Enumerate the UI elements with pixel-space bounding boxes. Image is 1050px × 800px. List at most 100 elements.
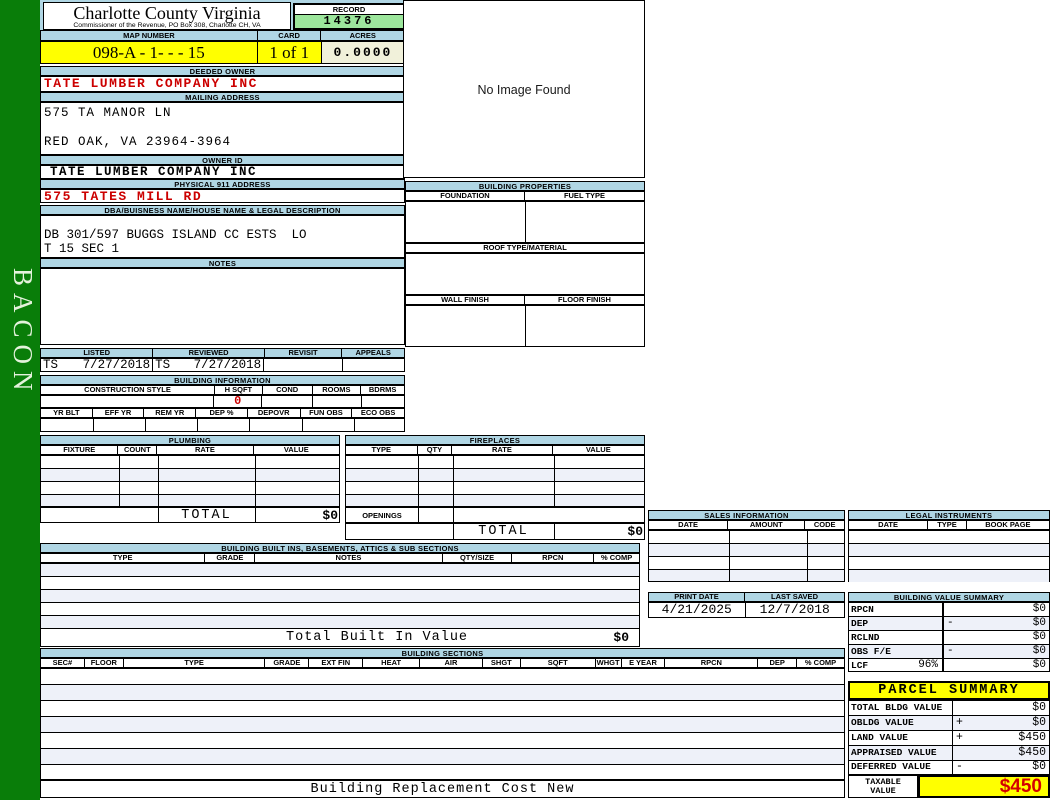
map-number-value[interactable]: 098-A - 1- - - 15: [41, 42, 258, 63]
year-value-row[interactable]: [40, 418, 405, 432]
hsqft-value[interactable]: 0: [214, 395, 263, 407]
built-ins-type-label: TYPE: [41, 554, 206, 562]
table-row: [849, 544, 1049, 557]
owner-id-value[interactable]: TATE LUMBER COMPANY INC: [40, 165, 405, 179]
legal-line1: DB 301/597 BUGGS ISLAND CC ESTS LO: [44, 228, 307, 242]
table-row: [649, 531, 844, 544]
built-ins-total-label: Total Built In Value: [286, 630, 469, 645]
revisit-value[interactable]: [264, 359, 343, 371]
fireplaces-total-value: $0: [627, 524, 643, 539]
roof-values[interactable]: [405, 253, 645, 295]
parcel-op: [953, 701, 969, 715]
deeded-owner-value[interactable]: TATE LUMBER COMPANY INC: [40, 76, 405, 92]
card-value[interactable]: 1 of 1: [257, 42, 322, 63]
plumbing-total-value: $0: [322, 508, 338, 523]
no-image-text: No Image Found: [477, 83, 571, 97]
table-row: [649, 557, 844, 570]
bvs-value: $0: [1032, 603, 1046, 615]
parcel-row: APPRAISED VALUE $450: [849, 746, 1049, 761]
legal-description-box[interactable]: DB 301/597 BUGGS ISLAND CC ESTS LO T 15 …: [40, 215, 405, 258]
parcel-row: LAND VALUE + $450: [849, 731, 1049, 746]
bdrms-value[interactable]: [362, 396, 404, 407]
fireplaces-openings-row: OPENINGS: [345, 507, 645, 523]
fireplaces-banner: FIREPLACES: [345, 435, 645, 445]
parcel-value: $0: [1032, 701, 1046, 714]
acres-value: 0.0000: [321, 42, 404, 63]
building-information-banner: BUILDING INFORMATION: [40, 375, 405, 385]
column-divider: [158, 456, 159, 506]
dates-value-row: 4/21/2025 12/7/2018: [648, 602, 845, 618]
foundation-label: FOUNDATION: [406, 192, 525, 200]
built-ins-qtysize-label: QTY/SIZE: [443, 554, 513, 562]
physical-address-value[interactable]: 575 TATES MILL RD: [40, 189, 405, 203]
built-ins-comp-label: % COMP: [600, 554, 633, 562]
review-value-row: TS 7/27/2018 TS 7/27/2018: [40, 358, 405, 372]
foundation-fuel-values[interactable]: [405, 201, 645, 243]
built-ins-table[interactable]: [40, 563, 640, 628]
mailing-line1: 575 TA MANOR LN: [44, 106, 172, 120]
eff-yr-label: EFF YR: [93, 409, 145, 417]
bvs-label: OBS F/E: [849, 645, 944, 658]
column-divider: [119, 456, 120, 506]
column-divider: [729, 531, 730, 581]
parcel-op: +: [956, 716, 963, 729]
legal-date-label: DATE: [849, 521, 929, 529]
appeals-value[interactable]: [343, 359, 404, 371]
sections-heat-label: HEAT: [363, 659, 421, 667]
building-sections-header-row: SEC# FLOOR TYPE GRADE EXT FIN HEAT AIR S…: [40, 658, 845, 668]
fireplaces-table[interactable]: [345, 455, 645, 507]
reviewed-value[interactable]: TS 7/27/2018: [153, 359, 265, 371]
sections-whgt-label: WHGT: [596, 659, 622, 667]
wall-floor-values[interactable]: [405, 305, 645, 347]
construction-style-value[interactable]: [41, 396, 215, 407]
parcel-label: OBLDG VALUE: [849, 716, 953, 730]
physical-address-banner: PHYSICAL 911 ADDRESS: [40, 179, 405, 189]
rooms-value[interactable]: [313, 396, 362, 407]
table-row: [41, 733, 844, 749]
bvs-label-with-pct: LCF 96%: [849, 659, 944, 672]
column-divider: [255, 456, 256, 506]
table-row: [41, 749, 844, 765]
foundation-fuel-header: FOUNDATION FUEL TYPE: [405, 191, 645, 201]
fuel-type-label: FUEL TYPE: [563, 192, 606, 200]
cond-value[interactable]: [262, 396, 313, 407]
sections-grade-label: GRADE: [265, 659, 310, 667]
county-header-box: Charlotte County Virginia Commissioner o…: [43, 2, 291, 30]
notes-box[interactable]: [40, 268, 405, 345]
parcel-label: APPRAISED VALUE: [849, 746, 953, 760]
listed-value[interactable]: TS 7/27/2018: [41, 359, 154, 371]
sidebar: BACON: [0, 0, 40, 800]
floor-finish-label: FLOOR FINISH: [558, 296, 611, 304]
construction-header-row: CONSTRUCTION STYLE H SQFT COND ROOMS BDR…: [40, 385, 405, 395]
column-divider: [354, 419, 355, 431]
wall-finish-label: WALL FINISH: [406, 296, 525, 304]
built-ins-total-value: $0: [613, 630, 629, 645]
year-header-row: YR BLT EFF YR REM YR DEP % DEPOVR FUN OB…: [40, 408, 405, 418]
legal-type-label: TYPE: [928, 521, 967, 529]
bvs-value: $0: [1032, 645, 1046, 657]
sections-extfin-label: EXT FIN: [309, 659, 364, 667]
column-divider: [525, 306, 526, 346]
sections-type-label: TYPE: [124, 659, 266, 667]
record-value: 14376: [295, 15, 403, 28]
print-date-label: PRINT DATE: [649, 593, 746, 601]
parcel-value: $450: [1018, 746, 1046, 759]
construction-value-row: 0: [40, 395, 405, 408]
building-replacement-label: Building Replacement Cost New: [310, 782, 575, 797]
taxable-value-label-box: TAXABLE VALUE: [848, 775, 918, 798]
mailing-address-box[interactable]: 575 TA MANOR LN RED OAK, VA 23964-3964: [40, 102, 405, 155]
sales-table[interactable]: [648, 530, 845, 582]
bvs-op: [944, 631, 962, 644]
sections-shgt-label: SHGT: [483, 659, 521, 667]
built-ins-total-row: Total Built In Value $0: [40, 628, 640, 647]
legal-instruments-table[interactable]: [848, 530, 1050, 582]
taxable-value: $450: [999, 776, 1042, 797]
table-row: [849, 531, 1049, 544]
sections-air-label: AIR: [420, 659, 483, 667]
bvs-row: RCLND $0: [849, 631, 1049, 645]
review-header-row: LISTED REVIEWED REVISIT APPEALS: [40, 348, 405, 358]
building-sections-table[interactable]: [40, 668, 845, 780]
parcel-value: $0: [1032, 716, 1046, 729]
plumbing-table[interactable]: [40, 455, 340, 507]
column-divider: [453, 456, 454, 506]
